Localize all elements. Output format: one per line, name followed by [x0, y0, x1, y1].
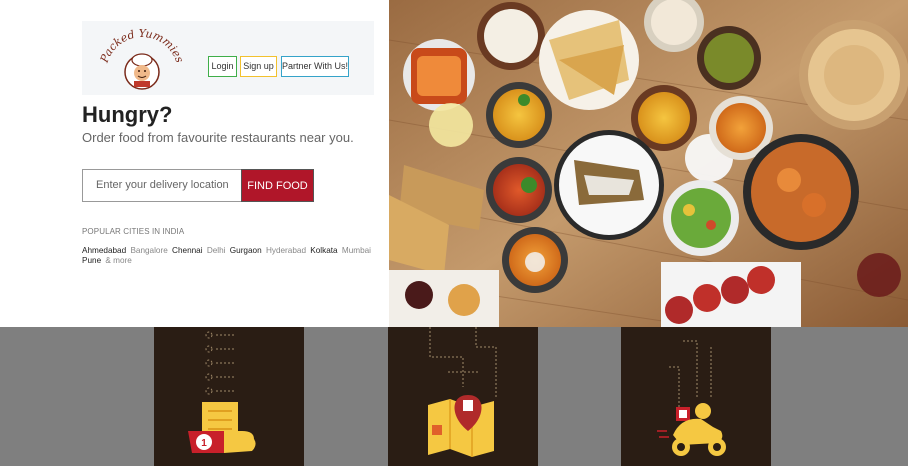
hero-section: Packed Yummies Login Sign up Partner Wit…	[0, 0, 908, 327]
step-panel-order: 1	[154, 327, 304, 466]
svg-text:1: 1	[201, 438, 207, 449]
location-map-icon	[428, 327, 497, 457]
delivery-scooter-icon	[657, 340, 726, 456]
login-button[interactable]: Login	[208, 56, 237, 77]
step-panel-delivery	[621, 327, 771, 466]
page-subtitle: Order food from favourite restaurants ne…	[82, 130, 354, 145]
hero-left-panel: Packed Yummies Login Sign up Partner Wit…	[0, 0, 389, 327]
city-link[interactable]: & more	[105, 256, 131, 265]
popular-cities-heading: POPULAR CITIES IN INDIA	[82, 227, 185, 236]
order-checklist-icon: 1	[188, 331, 256, 453]
city-link[interactable]: Ahmedabad	[82, 246, 126, 255]
city-link[interactable]: Gurgaon	[230, 246, 262, 255]
find-food-button[interactable]: FIND FOOD	[241, 169, 314, 202]
city-link[interactable]: Pune	[82, 256, 101, 265]
site-header: Packed Yummies Login Sign up Partner Wit…	[82, 21, 374, 95]
city-link[interactable]: Hyderabad	[266, 246, 306, 255]
delivery-location-input[interactable]: Enter your delivery location	[82, 169, 241, 202]
city-link[interactable]: Bangalore	[130, 246, 167, 255]
step-panel-location	[388, 327, 538, 466]
city-link[interactable]: Chennai	[172, 246, 203, 255]
food-spread-image	[389, 0, 908, 327]
partner-button[interactable]: Partner With Us!	[281, 56, 349, 77]
logo[interactable]: Packed Yummies	[96, 23, 186, 93]
city-link[interactable]: Kolkata	[310, 246, 337, 255]
page-title: Hungry?	[82, 102, 173, 127]
signup-button[interactable]: Sign up	[240, 56, 277, 77]
city-link[interactable]: Delhi	[207, 246, 226, 255]
popular-cities-list: Ahmedabad Bangalore Chennai Delhi Gurgao…	[82, 246, 378, 266]
city-link[interactable]: Mumbai	[342, 246, 371, 255]
